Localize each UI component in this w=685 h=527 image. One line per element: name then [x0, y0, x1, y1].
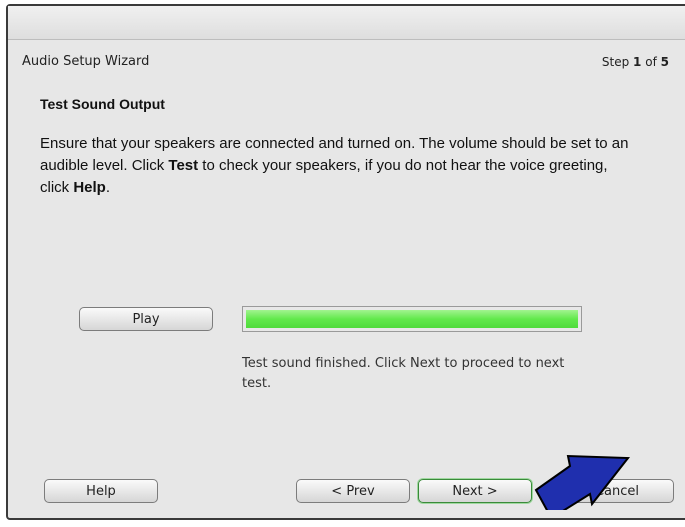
title-bar	[8, 6, 685, 40]
instructions-text: Ensure that your speakers are connected …	[40, 133, 640, 199]
sound-progress-bar	[242, 306, 582, 332]
step-prefix: Step	[601, 55, 630, 69]
step-indicator: Step 1 of 5	[602, 55, 669, 69]
step-current: 1	[633, 55, 642, 69]
wizard-window	[6, 4, 685, 520]
next-button[interactable]: Next >	[418, 479, 532, 503]
section-heading: Test Sound Output	[40, 96, 165, 112]
help-keyword: Help	[73, 179, 106, 196]
status-message: Test sound finished. Click Next to proce…	[242, 356, 565, 391]
wizard-title: Audio Setup Wizard	[22, 54, 150, 69]
play-button[interactable]: Play	[79, 307, 213, 331]
arrow-pointer-icon	[534, 454, 631, 510]
help-button[interactable]: Help	[44, 479, 158, 503]
step-total: 5	[660, 55, 669, 69]
sound-progress-fill	[243, 307, 581, 331]
test-keyword: Test	[168, 157, 199, 174]
instructions-part-3: .	[105, 179, 111, 196]
step-of: of	[645, 55, 657, 69]
prev-button[interactable]: < Prev	[296, 479, 410, 503]
arrow-shape	[534, 454, 631, 510]
